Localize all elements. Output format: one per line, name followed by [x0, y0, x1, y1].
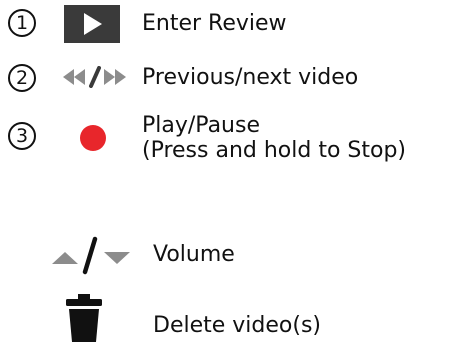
step-number-1: 1	[8, 9, 36, 37]
previous-next-icon	[63, 66, 126, 88]
play-pause-label: Play/Pause	[142, 113, 260, 138]
press-hold-stop-label: (Press and hold to Stop)	[142, 138, 407, 163]
delete-videos-label: Delete video(s)	[153, 313, 321, 338]
step-number-2: 2	[8, 64, 36, 92]
trash-icon	[66, 294, 102, 342]
enter-review-label: Enter Review	[142, 11, 287, 36]
play-button-icon	[64, 5, 120, 43]
record-dot-icon	[80, 125, 106, 151]
volume-up-down-icon	[52, 236, 130, 275]
volume-label: Volume	[153, 242, 235, 267]
step-number-3: 3	[8, 122, 36, 150]
previous-next-label: Previous/next video	[142, 65, 359, 90]
